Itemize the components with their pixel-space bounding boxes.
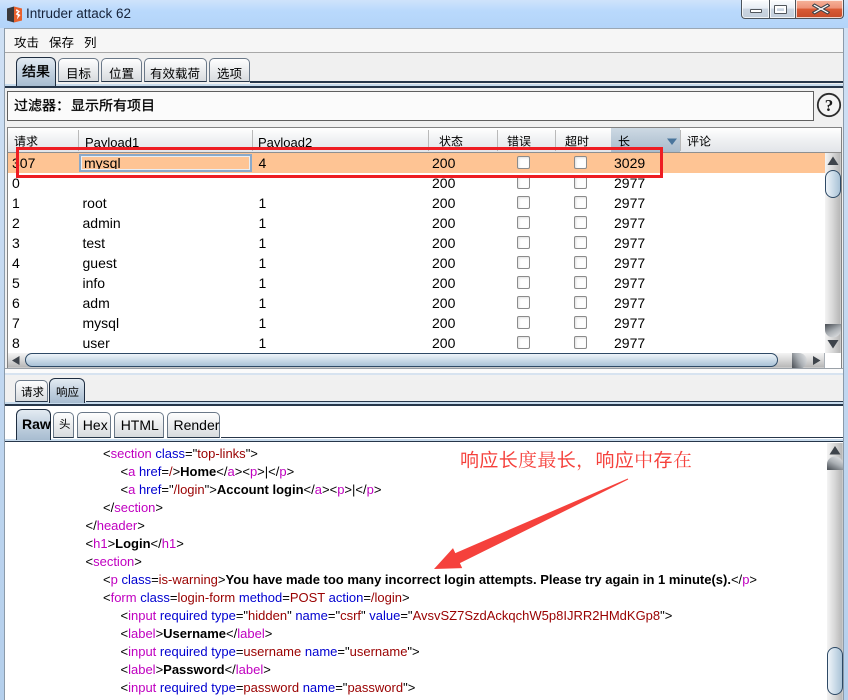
svg-text:?: ? <box>825 96 834 115</box>
